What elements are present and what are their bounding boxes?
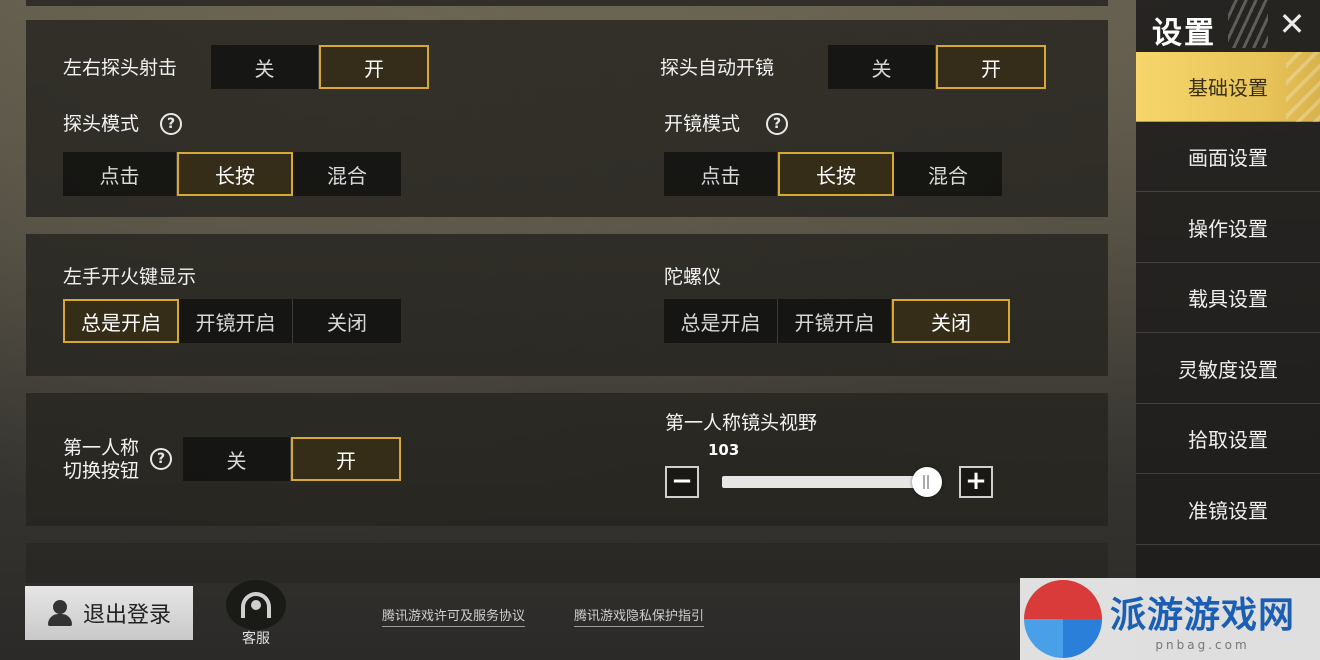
watermark-logo-icon	[1024, 580, 1102, 658]
peek-mode-mixed-option[interactable]: 混合	[293, 152, 401, 196]
fpp-toggle-off-option[interactable]: 关	[183, 437, 291, 481]
site-watermark: 派游游戏网 pnbag.com	[1020, 578, 1320, 660]
fpp-toggle-label-line1: 第一人称	[63, 437, 140, 459]
fov-minus-button[interactable]: −	[665, 466, 699, 498]
person-icon	[47, 600, 73, 626]
sidebar-item-controls[interactable]: 操作设置	[1136, 193, 1320, 263]
scope-mode-mixed-option[interactable]: 混合	[894, 152, 1002, 196]
left-fire-off-option[interactable]: 关闭	[293, 299, 401, 343]
watermark-sub-text: pnbag.com	[1155, 638, 1250, 652]
fov-plus-button[interactable]: +	[959, 466, 993, 498]
left-fire-label: 左手开火键显示	[63, 266, 197, 288]
peek-fire-label: 左右探头射击	[63, 57, 178, 79]
gyroscope-always-option[interactable]: 总是开启	[664, 299, 778, 343]
license-link[interactable]: 腾讯游戏许可及服务协议	[382, 605, 526, 627]
peek-fire-toggle: 关 开	[211, 45, 429, 89]
peek-fire-off-option[interactable]: 关	[211, 45, 319, 89]
next-settings-panel	[26, 543, 1108, 583]
headset-icon	[226, 580, 286, 630]
fpp-toggle: 关 开	[183, 437, 401, 481]
peek-auto-scope-label: 探头自动开镜	[660, 57, 775, 79]
gyroscope-selector: 总是开启 开镜开启 关闭	[664, 299, 1010, 343]
fpp-fov-label: 第一人称镜头视野	[665, 412, 818, 434]
peek-auto-scope-off-option[interactable]: 关	[828, 45, 936, 89]
left-fire-always-option[interactable]: 总是开启	[63, 299, 179, 343]
logout-button[interactable]: 退出登录	[25, 586, 193, 640]
fpp-toggle-label-line2: 切换按钮	[63, 460, 140, 482]
watermark-main-text: 派游游戏网	[1110, 595, 1296, 636]
left-fire-scope-option[interactable]: 开镜开启	[179, 299, 293, 343]
scope-mode-selector: 点击 长按 混合	[664, 152, 1002, 196]
peek-mode-selector: 点击 长按 混合	[63, 152, 401, 196]
customer-service-button[interactable]: 客服	[226, 580, 286, 650]
header-stripes-decoration	[1228, 0, 1268, 48]
sidebar-item-pickup[interactable]: 拾取设置	[1136, 404, 1320, 474]
fov-slider-track[interactable]	[722, 476, 938, 488]
peek-mode-help-icon[interactable]: ?	[160, 113, 182, 135]
gyroscope-off-option[interactable]: 关闭	[892, 299, 1010, 343]
peek-auto-scope-on-option[interactable]: 开	[936, 45, 1046, 89]
sidebar-item-scope[interactable]: 准镜设置	[1136, 475, 1320, 545]
peek-mode-tap-option[interactable]: 点击	[63, 152, 177, 196]
fpp-toggle-on-option[interactable]: 开	[291, 437, 401, 481]
scope-mode-hold-option[interactable]: 长按	[778, 152, 894, 196]
sidebar-title: 设置	[1152, 16, 1216, 51]
fov-slider-thumb[interactable]	[912, 467, 943, 497]
scope-mode-label: 开镜模式	[664, 113, 741, 135]
left-fire-selector: 总是开启 开镜开启 关闭	[63, 299, 401, 343]
close-icon[interactable]: ✕	[1270, 4, 1314, 44]
sidebar-item-vehicle[interactable]: 载具设置	[1136, 263, 1320, 333]
peek-mode-hold-option[interactable]: 长按	[177, 152, 293, 196]
fpp-fov-value: 103	[708, 441, 740, 459]
top-panel-edge	[26, 0, 1108, 6]
gyroscope-scope-option[interactable]: 开镜开启	[778, 299, 892, 343]
customer-service-label: 客服	[242, 631, 270, 647]
scope-mode-help-icon[interactable]: ?	[766, 113, 788, 135]
sidebar-item-basic[interactable]: 基础设置	[1136, 52, 1320, 122]
peek-mode-label: 探头模式	[63, 113, 140, 135]
scope-mode-tap-option[interactable]: 点击	[664, 152, 778, 196]
sidebar-item-sensitivity[interactable]: 灵敏度设置	[1136, 334, 1320, 404]
privacy-link[interactable]: 腾讯游戏隐私保护指引	[574, 605, 705, 627]
gyroscope-label: 陀螺仪	[664, 266, 722, 288]
peek-auto-scope-toggle: 关 开	[828, 45, 1046, 89]
logout-label: 退出登录	[82, 603, 171, 628]
peek-fire-on-option[interactable]: 开	[319, 45, 429, 89]
sidebar-item-graphics[interactable]: 画面设置	[1136, 122, 1320, 192]
fpp-toggle-help-icon[interactable]: ?	[150, 448, 172, 470]
